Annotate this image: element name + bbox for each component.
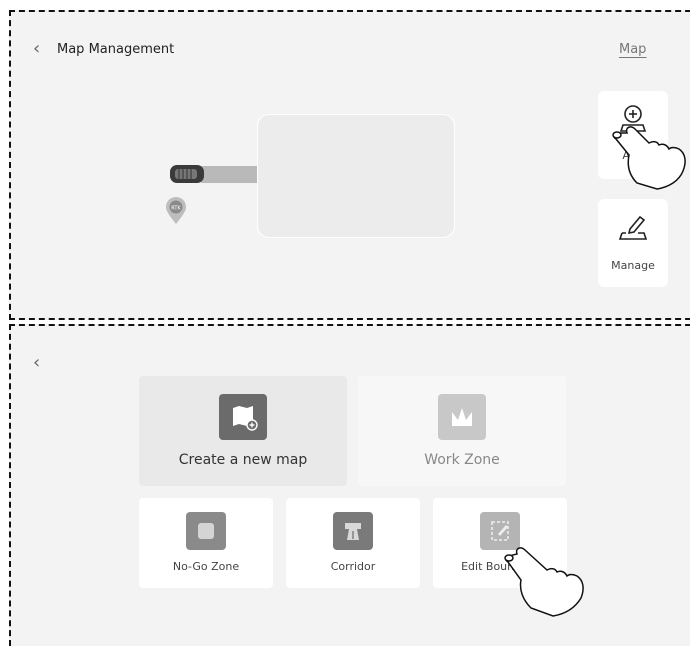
- corridor-label: Corridor: [330, 560, 376, 573]
- edit-map-icon: [618, 215, 648, 240]
- new-map-icon: [219, 394, 267, 440]
- add-button-label: Add: [622, 149, 644, 162]
- work-zone-card[interactable]: Work Zone: [358, 376, 566, 486]
- map-management-panel: ‹ Map Management Map RTK Add Manage: [9, 10, 690, 320]
- create-new-map-label: Create a new map: [178, 452, 308, 468]
- add-map-icon: [619, 105, 647, 132]
- map-link[interactable]: Map: [619, 42, 646, 57]
- edit-boundary-card[interactable]: Edit Boundary: [433, 498, 567, 588]
- map-area: [257, 114, 455, 238]
- rtk-station-icon: RTK: [165, 197, 187, 225]
- edit-boundary-label: Edit Boundary: [461, 560, 539, 573]
- no-go-zone-icon: [186, 512, 226, 550]
- chevron-left-icon[interactable]: ‹: [33, 40, 40, 58]
- grass-icon: [438, 394, 486, 440]
- page-title: Map Management: [57, 42, 175, 57]
- no-go-zone-card[interactable]: No-Go Zone: [139, 498, 273, 588]
- mower-path: [201, 166, 265, 183]
- create-new-map-card[interactable]: Create a new map: [139, 376, 347, 486]
- mower-icon: [170, 165, 204, 183]
- rtk-label: RTK: [171, 206, 181, 212]
- manage-button[interactable]: Manage: [598, 199, 668, 287]
- add-button[interactable]: Add: [598, 91, 668, 179]
- work-zone-label: Work Zone: [424, 452, 500, 468]
- map-options-panel: ‹ Create a new map Work Zone No-Go Zone: [9, 324, 690, 646]
- no-go-zone-label: No-Go Zone: [172, 560, 240, 573]
- manage-button-label: Manage: [611, 259, 655, 272]
- corridor-card[interactable]: Corridor: [286, 498, 420, 588]
- edit-boundary-icon: [480, 512, 520, 550]
- corridor-icon: [333, 512, 373, 550]
- chevron-left-icon[interactable]: ‹: [33, 354, 40, 372]
